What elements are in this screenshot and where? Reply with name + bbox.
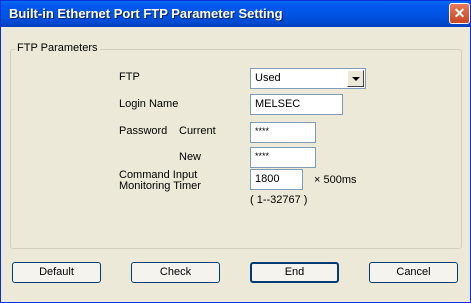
chevron-down-icon[interactable] <box>347 70 364 87</box>
title-bar[interactable]: Built-in Ethernet Port FTP Parameter Set… <box>1 1 470 27</box>
password-current-input[interactable]: **** <box>250 122 316 143</box>
ftp-label: FTP <box>119 71 140 83</box>
window-title: Built-in Ethernet Port FTP Parameter Set… <box>9 6 283 21</box>
dialog-window: Built-in Ethernet Port FTP Parameter Set… <box>0 0 471 303</box>
timer-unit: × 500ms <box>314 174 357 186</box>
end-button[interactable]: End <box>250 262 339 283</box>
close-icon[interactable]: ✕ <box>449 3 470 24</box>
ftp-parameters-group <box>10 49 462 249</box>
timer-label-line2: Monitoring Timer <box>119 180 201 192</box>
cancel-button[interactable]: Cancel <box>369 262 458 283</box>
password-new-input[interactable]: **** <box>250 147 316 168</box>
ftp-select[interactable]: Used <box>250 68 366 89</box>
password-label: Password <box>119 125 168 137</box>
login-name-label: Login Name <box>119 98 179 110</box>
check-button[interactable]: Check <box>131 262 220 283</box>
default-button[interactable]: Default <box>12 262 101 283</box>
timer-input[interactable]: 1800 <box>250 169 303 190</box>
login-name-input[interactable]: MELSEC <box>250 94 343 115</box>
password-new-label: New <box>179 151 202 163</box>
ftp-select-value: Used <box>255 72 281 84</box>
timer-range: ( 1--32767 ) <box>250 194 308 206</box>
password-current-label: Current <box>179 125 216 137</box>
group-label: FTP Parameters <box>15 42 100 54</box>
